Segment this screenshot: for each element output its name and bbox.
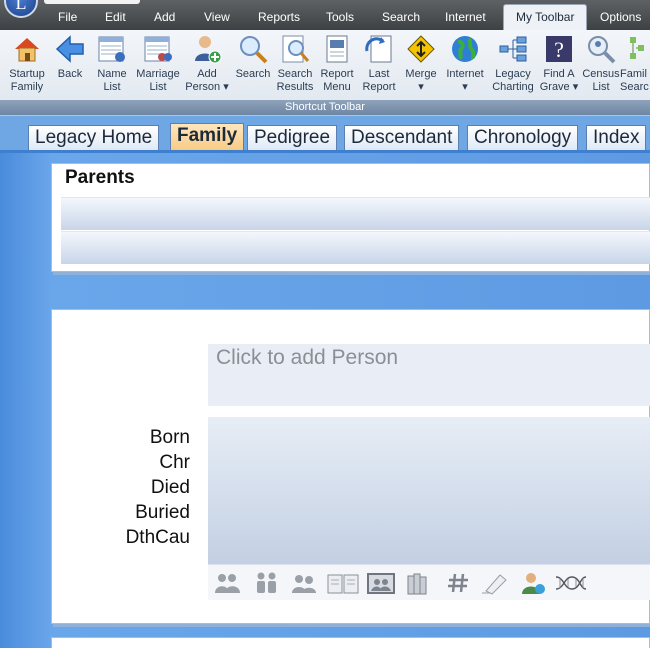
vital-events-box[interactable] bbox=[208, 417, 650, 564]
menu-internet[interactable]: Internet bbox=[445, 10, 486, 24]
menu-add[interactable]: Add bbox=[154, 10, 175, 24]
menu-edit[interactable]: Edit bbox=[105, 10, 126, 24]
add-person-label: Add Person ▾ bbox=[185, 68, 229, 93]
menu-reports[interactable]: Reports bbox=[258, 10, 300, 24]
parents-panel: Parents bbox=[51, 163, 650, 272]
buried-label: Buried bbox=[135, 502, 190, 523]
house-icon bbox=[11, 33, 43, 65]
family-view: Parents Click to add Person Born Chr Die… bbox=[0, 153, 650, 648]
tab-descendant[interactable]: Descendant bbox=[344, 125, 460, 151]
menu-options[interactable]: Options bbox=[600, 10, 641, 24]
magnifier-icon bbox=[237, 33, 269, 65]
hash-id-icon[interactable] bbox=[445, 571, 473, 595]
tab-chronology[interactable]: Chronology bbox=[467, 125, 579, 151]
family-group-icon[interactable] bbox=[214, 571, 242, 595]
tab-legacy-home[interactable]: Legacy Home bbox=[28, 125, 160, 151]
add-person-button[interactable]: Add Person ▾ bbox=[182, 32, 232, 98]
legacy-charting-button[interactable]: Legacy Charting bbox=[488, 32, 538, 98]
menu-my-toolbar[interactable]: My Toolbar bbox=[503, 4, 588, 30]
find-a-grave-icon: ? bbox=[543, 33, 575, 65]
merge-icon bbox=[405, 33, 437, 65]
merge-button[interactable]: Merge ▾ bbox=[396, 32, 446, 98]
sources-book-icon[interactable] bbox=[326, 571, 360, 595]
back-arrow-icon bbox=[54, 33, 86, 65]
person-panel: Click to add Person Born Chr Died Buried… bbox=[51, 309, 650, 624]
tab-pedigree[interactable]: Pedigree bbox=[247, 125, 338, 151]
tab-family[interactable]: Family bbox=[170, 123, 245, 152]
charting-icon bbox=[497, 33, 529, 65]
notes-scroll-icon[interactable] bbox=[480, 571, 508, 595]
next-panel-edge bbox=[51, 637, 650, 648]
family-search-label: Famil Searc bbox=[620, 68, 649, 93]
user-status-icon[interactable] bbox=[520, 571, 548, 595]
parent-row-father[interactable] bbox=[61, 197, 650, 230]
menu-search[interactable]: Search bbox=[382, 10, 420, 24]
ribbon-group-label: Shortcut Toolbar bbox=[0, 100, 650, 115]
died-label: Died bbox=[150, 477, 190, 498]
census-list-button[interactable]: Census List bbox=[576, 32, 626, 98]
menu-file[interactable]: File bbox=[58, 10, 77, 24]
tab-index[interactable]: Index bbox=[586, 125, 647, 151]
family-search-button[interactable]: Famil Searc bbox=[620, 32, 650, 98]
menu-view[interactable]: View bbox=[204, 10, 230, 24]
parent-row-mother[interactable] bbox=[61, 231, 650, 264]
last-report-icon bbox=[363, 33, 395, 65]
census-list-icon bbox=[585, 33, 617, 65]
svg-text:?: ? bbox=[554, 37, 564, 62]
death-cause-label: DthCau bbox=[125, 527, 190, 548]
globe-icon bbox=[449, 33, 481, 65]
internet-button[interactable]: Internet ▾ bbox=[440, 32, 490, 98]
app-menu-button[interactable]: L bbox=[4, 0, 38, 18]
marriage-list-button[interactable]: Marriage List bbox=[133, 32, 183, 98]
parents-title: Parents bbox=[65, 167, 135, 188]
name-list-icon bbox=[96, 33, 128, 65]
library-books-icon[interactable] bbox=[404, 571, 432, 595]
chr-label: Chr bbox=[159, 452, 190, 473]
menu-bar: L File Edit Add View Reports Tools Searc… bbox=[0, 0, 650, 30]
internet-label: Internet ▾ bbox=[446, 68, 484, 93]
name-list-button[interactable]: Name List bbox=[87, 32, 137, 98]
quick-access-strip bbox=[44, 0, 140, 4]
marriage-list-label: Marriage List bbox=[136, 68, 180, 93]
vital-labels: Born Chr Died Buried DthCau bbox=[82, 425, 190, 550]
spouses-icon[interactable] bbox=[290, 571, 318, 595]
add-person-field[interactable]: Click to add Person bbox=[208, 344, 650, 406]
merge-label: Merge ▾ bbox=[405, 68, 437, 93]
picture-icon[interactable] bbox=[366, 571, 396, 595]
add-person-icon bbox=[191, 33, 223, 65]
add-person-placeholder: Click to add Person bbox=[216, 346, 399, 369]
marriage-list-icon bbox=[142, 33, 174, 65]
born-label: Born bbox=[149, 427, 190, 448]
legacy-charting-label: Legacy Charting bbox=[492, 68, 534, 93]
name-list-label: Name List bbox=[97, 68, 127, 93]
dna-icon[interactable] bbox=[554, 571, 588, 595]
search-results-icon bbox=[279, 33, 311, 65]
shortcut-toolbar: Startup Family Back Name List Marriage L… bbox=[0, 30, 650, 116]
census-list-label: Census List bbox=[582, 68, 620, 93]
children-icon[interactable] bbox=[253, 571, 281, 595]
person-tools-row bbox=[208, 564, 650, 600]
family-search-icon bbox=[624, 33, 650, 65]
menu-tools[interactable]: Tools bbox=[326, 10, 354, 24]
view-tabs: Legacy Home Family Pedigree Descendant C… bbox=[0, 116, 650, 153]
report-menu-icon bbox=[321, 33, 353, 65]
